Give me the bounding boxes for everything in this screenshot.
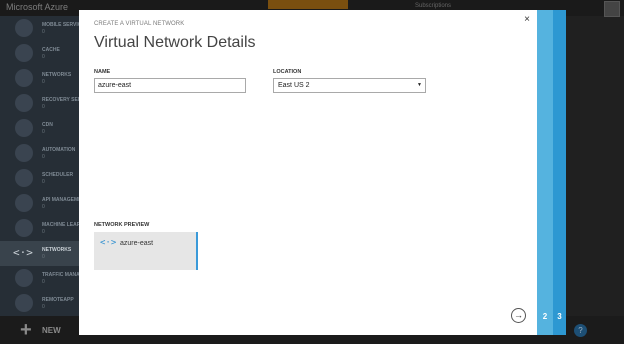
subscriptions-link[interactable]: Subscriptions bbox=[415, 3, 451, 9]
sidebar-item-traffic-manager[interactable]: TRAFFIC MANAGER 0 bbox=[0, 266, 91, 291]
next-button[interactable]: → bbox=[511, 308, 526, 323]
help-icon[interactable]: ? bbox=[574, 324, 587, 337]
automation-icon bbox=[15, 144, 33, 162]
close-button[interactable]: × bbox=[521, 14, 533, 26]
avatar[interactable] bbox=[604, 1, 620, 17]
location-select[interactable]: East US 2 ▼ bbox=[273, 78, 426, 93]
sidebar-item-count: 0 bbox=[42, 29, 45, 35]
sidebar-item-recovery-services[interactable]: RECOVERY SERVICES 0 bbox=[0, 91, 96, 116]
network-preview-label: NETWORK PREVIEW bbox=[94, 222, 150, 228]
network-icon bbox=[15, 69, 33, 87]
sidebar-item-mobile-services[interactable]: MOBILE SERVICES 0 bbox=[0, 16, 88, 41]
page-title: Virtual Network Details bbox=[94, 34, 256, 51]
mobile-services-icon bbox=[15, 19, 33, 37]
sidebar-item-networks[interactable]: <·> NETWORKS 0 bbox=[0, 241, 80, 266]
step-number: 2 bbox=[542, 312, 548, 321]
flask-icon bbox=[15, 219, 33, 237]
step-2-tab[interactable]: 2 bbox=[537, 10, 553, 335]
sidebar-item-cdn[interactable]: CDN 0 bbox=[0, 116, 80, 141]
network-icon: <·> bbox=[13, 246, 33, 259]
step-number: 3 bbox=[557, 312, 562, 321]
sidebar-item-scheduler[interactable]: SCHEDULER 0 bbox=[0, 166, 80, 191]
sidebar-item-label: NETWORKS bbox=[42, 247, 72, 253]
cache-icon bbox=[15, 44, 33, 62]
sidebar-item-label: SCHEDULER bbox=[42, 172, 74, 178]
sidebar-item-label: CACHE bbox=[42, 47, 60, 53]
location-label: LOCATION bbox=[273, 69, 302, 75]
sidebar-item-count: 0 bbox=[42, 104, 45, 110]
portal-brand: Microsoft Azure bbox=[6, 2, 69, 12]
cloud-icon bbox=[15, 94, 33, 112]
network-preview-card: <·> azure-east bbox=[94, 232, 198, 270]
sidebar-item-remoteapp[interactable]: REMOTEAPP 0 bbox=[0, 291, 80, 316]
sidebar-item-automation[interactable]: AUTOMATION 0 bbox=[0, 141, 80, 166]
sidebar-item-count: 0 bbox=[42, 54, 45, 60]
sidebar-item-api-management[interactable]: API MANAGEMENT 0 bbox=[0, 191, 88, 216]
sidebar-item-cache[interactable]: CACHE 0 bbox=[0, 41, 80, 66]
remoteapp-icon bbox=[15, 294, 33, 312]
sidebar-item-label: NETWORKS bbox=[42, 72, 72, 78]
plus-icon[interactable]: + bbox=[20, 319, 32, 342]
sidebar-item-networks-top[interactable]: NETWORKS 0 bbox=[0, 66, 80, 91]
sidebar-item-count: 0 bbox=[42, 154, 45, 160]
location-selected-value: East US 2 bbox=[278, 82, 310, 89]
sidebar-item-count: 0 bbox=[42, 279, 45, 285]
sidebar-item-count: 0 bbox=[42, 229, 45, 235]
traffic-manager-icon bbox=[15, 269, 33, 287]
sidebar-item-count: 0 bbox=[42, 254, 45, 260]
top-banner bbox=[268, 0, 348, 9]
dialog-subtitle: CREATE A VIRTUAL NETWORK bbox=[94, 21, 185, 27]
sidebar-item-label: CDN bbox=[42, 122, 53, 128]
network-icon: <·> bbox=[100, 238, 117, 248]
sidebar-item-label: AUTOMATION bbox=[42, 147, 76, 153]
sidebar-item-count: 0 bbox=[42, 304, 45, 310]
sidebar-item-count: 0 bbox=[42, 204, 45, 210]
api-icon bbox=[15, 194, 33, 212]
sidebar-item-count: 0 bbox=[42, 79, 45, 85]
name-field[interactable] bbox=[94, 78, 246, 93]
name-label: NAME bbox=[94, 69, 111, 75]
sidebar-item-machine-learning[interactable]: MACHINE LEARNING 0 bbox=[0, 216, 93, 241]
cdn-icon bbox=[15, 119, 33, 137]
sidebar-item-count: 0 bbox=[42, 179, 45, 185]
chevron-down-icon: ▼ bbox=[417, 82, 422, 88]
scheduler-icon bbox=[15, 169, 33, 187]
sidebar-item-label: REMOTEAPP bbox=[42, 297, 74, 303]
sidebar-item-count: 0 bbox=[42, 129, 45, 135]
sidebar: MOBILE SERVICES 0 CACHE 0 NETWORKS 0 REC… bbox=[0, 16, 96, 316]
preview-network-name: azure-east bbox=[120, 240, 154, 247]
step-3-tab[interactable]: 3 bbox=[553, 10, 566, 335]
create-virtual-network-dialog: × CREATE A VIRTUAL NETWORK Virtual Netwo… bbox=[79, 10, 537, 335]
new-button[interactable]: NEW bbox=[42, 326, 61, 335]
